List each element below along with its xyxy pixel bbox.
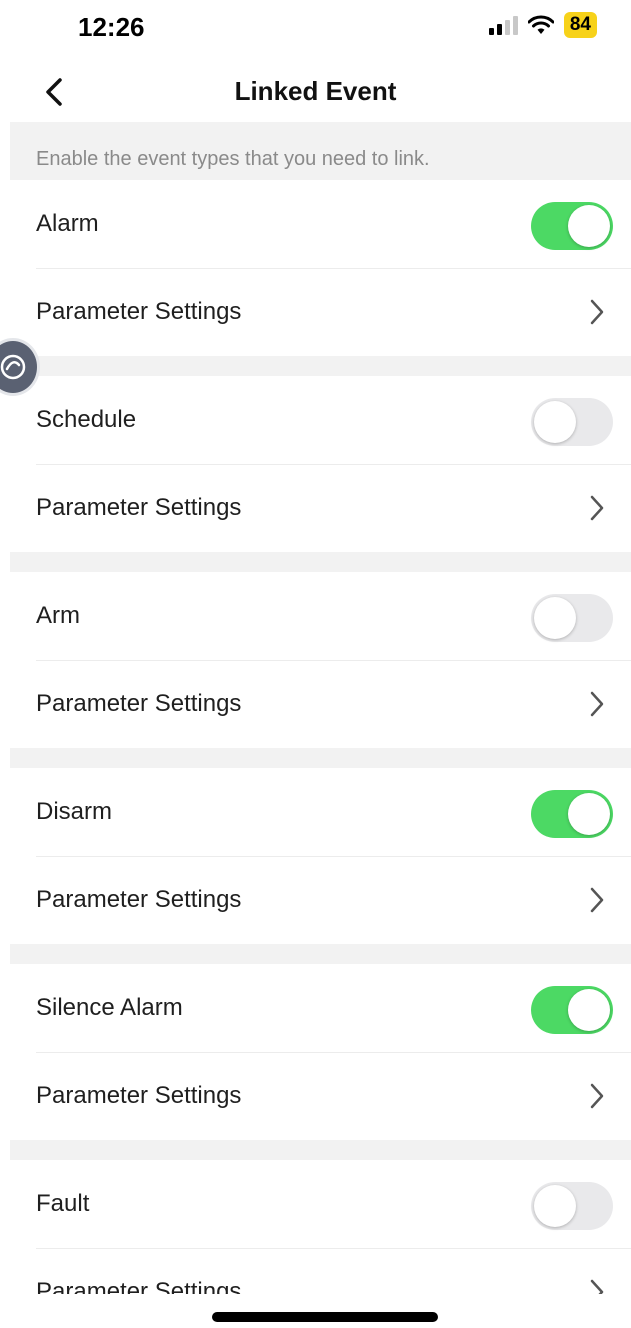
toggle-knob <box>534 1185 576 1227</box>
toggle-knob <box>568 989 610 1031</box>
chevron-right-icon <box>590 887 604 913</box>
chevron-right-icon <box>590 691 604 717</box>
event-toggle[interactable] <box>531 202 613 250</box>
status-bar: 12:26 84 <box>0 0 631 52</box>
parameter-settings-row[interactable]: Parameter Settings <box>10 1248 631 1294</box>
wifi-icon <box>527 15 554 34</box>
parameter-settings-row[interactable]: Parameter Settings <box>10 1052 631 1140</box>
toggle-knob <box>534 597 576 639</box>
chevron-right-icon <box>590 1083 604 1109</box>
parameter-settings-row[interactable]: Parameter Settings <box>10 464 631 552</box>
toggle-knob <box>568 793 610 835</box>
event-group: Fault Parameter Settings <box>10 1160 631 1294</box>
chevron-right-icon <box>590 1279 604 1294</box>
parameter-settings-row[interactable]: Parameter Settings <box>10 660 631 748</box>
page-title: Linked Event <box>234 76 397 106</box>
event-toggle-row: Schedule <box>10 376 631 464</box>
event-toggle-row: Arm <box>10 572 631 660</box>
event-toggle-row: Silence Alarm <box>10 964 631 1052</box>
toggle-knob <box>534 401 576 443</box>
status-time: 12:26 <box>78 12 145 42</box>
toggle-knob <box>568 205 610 247</box>
parameter-settings-label: Parameter Settings <box>36 1082 242 1109</box>
event-toggle[interactable] <box>531 986 613 1034</box>
status-icons: 84 <box>488 12 597 38</box>
parameter-settings-label: Parameter Settings <box>36 494 242 521</box>
chevron-right-icon <box>590 299 604 325</box>
event-group: Silence Alarm Parameter Settings <box>10 964 631 1140</box>
home-indicator <box>212 1312 438 1322</box>
event-group: Arm Parameter Settings <box>10 572 631 748</box>
battery-icon: 84 <box>563 12 597 38</box>
parameter-settings-row[interactable]: Parameter Settings <box>10 268 631 356</box>
cellular-signal-icon <box>488 15 518 35</box>
parameter-settings-row[interactable]: Parameter Settings <box>10 856 631 944</box>
parameter-settings-label: Parameter Settings <box>36 298 242 325</box>
event-toggle-row: Alarm <box>10 180 631 268</box>
event-toggle-row: Fault <box>10 1160 631 1248</box>
parameter-settings-label: Parameter Settings <box>36 690 242 717</box>
event-toggle[interactable] <box>531 1182 613 1230</box>
event-toggle[interactable] <box>531 398 613 446</box>
hint-text: Enable the event types that you need to … <box>36 148 430 170</box>
event-group: Alarm Parameter Settings <box>10 180 631 356</box>
event-list: Enable the event types that you need to … <box>10 122 631 1294</box>
nav-bar: Linked Event <box>0 58 631 122</box>
event-group: Schedule Parameter Settings <box>10 376 631 552</box>
event-toggle[interactable] <box>531 594 613 642</box>
event-toggle-row: Disarm <box>10 768 631 856</box>
event-toggle[interactable] <box>531 790 613 838</box>
assistive-touch-icon <box>0 354 26 380</box>
parameter-settings-label: Parameter Settings <box>36 1278 242 1294</box>
chevron-right-icon <box>590 495 604 521</box>
parameter-settings-label: Parameter Settings <box>36 886 242 913</box>
event-group: Disarm Parameter Settings <box>10 768 631 944</box>
